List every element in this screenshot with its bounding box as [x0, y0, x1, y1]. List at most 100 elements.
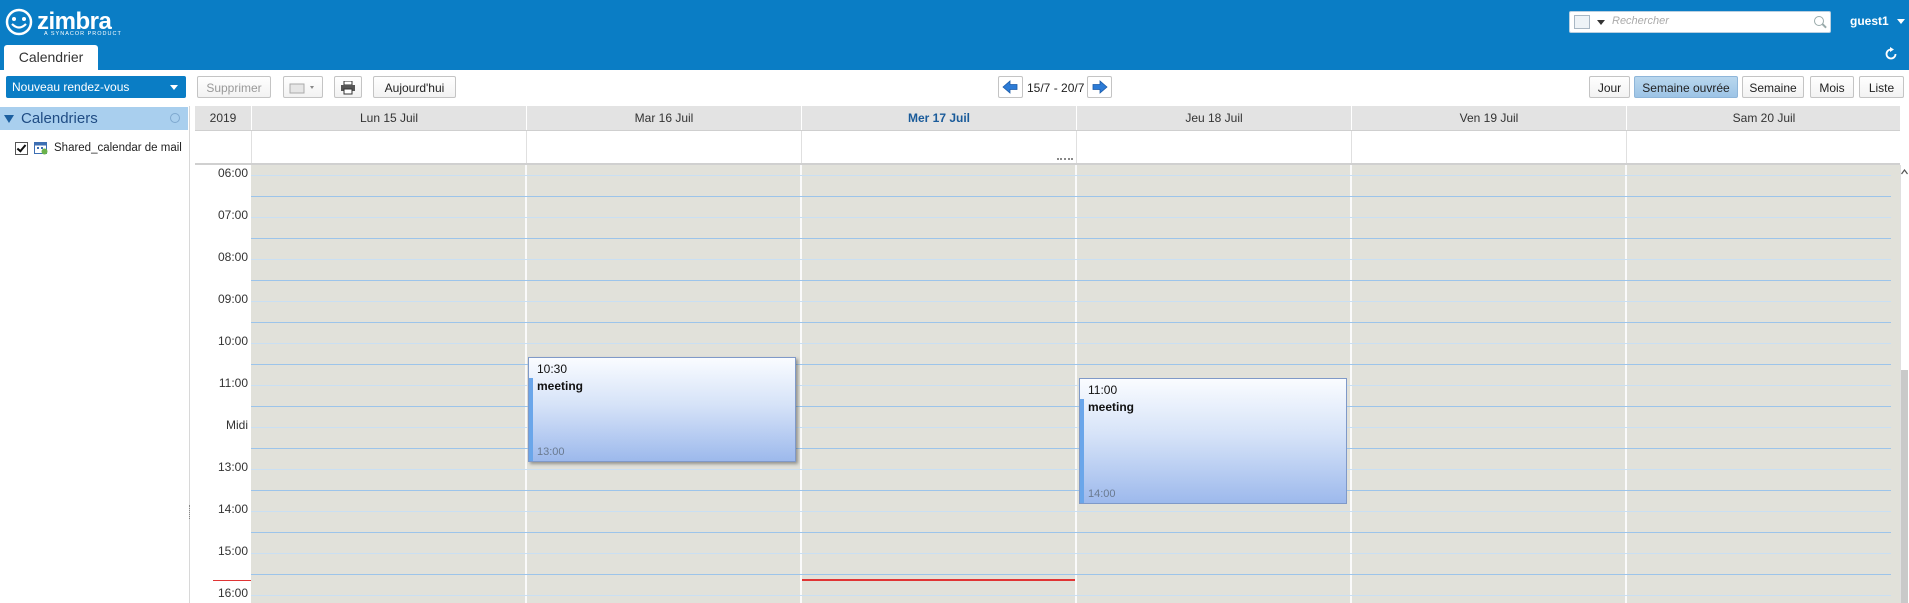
- sidebar-splitter[interactable]: [189, 106, 190, 603]
- all-day-cell[interactable]: [251, 131, 527, 163]
- refresh-icon[interactable]: [1884, 47, 1898, 61]
- user-menu[interactable]: guest1: [1850, 14, 1905, 28]
- search-box[interactable]: Rechercher: [1569, 11, 1831, 33]
- chevron-down-icon: [1896, 18, 1905, 24]
- hour-line: [251, 196, 1891, 197]
- tab-calendar[interactable]: Calendrier: [4, 45, 98, 70]
- view-week-button[interactable]: Semaine: [1742, 76, 1804, 98]
- hour-label: 08:00: [217, 250, 248, 264]
- appointment-title: meeting: [537, 379, 584, 393]
- calendars-header[interactable]: Calendriers: [0, 107, 188, 130]
- appointment[interactable]: 10:30 meeting 13:00: [528, 357, 796, 462]
- chevron-down-icon[interactable]: [170, 85, 178, 90]
- hour-label: 15:00: [217, 544, 248, 558]
- half-hour-line: [251, 259, 1891, 260]
- hour-line: [251, 448, 1891, 449]
- date-range: 15/7 - 20/7: [1027, 81, 1085, 95]
- settings-icon[interactable]: [170, 113, 180, 123]
- appointment-end: 13:00: [537, 446, 565, 458]
- view-day-button[interactable]: Jour: [1589, 76, 1630, 98]
- hour-label: 14:00: [217, 502, 248, 516]
- print-button[interactable]: [334, 76, 362, 98]
- user-name: guest1: [1850, 14, 1889, 28]
- view-workweek-button[interactable]: Semaine ouvrée: [1634, 76, 1738, 98]
- hour-line: [251, 280, 1891, 281]
- calendar-item-label: Shared_calendar de mail: [54, 142, 182, 154]
- sidebar: [0, 106, 190, 603]
- day-columns[interactable]: 10:30 meeting 13:00 11:00 meeting 14:00: [251, 165, 1900, 603]
- shared-calendar-icon: [34, 142, 48, 155]
- hour-line: [251, 238, 1891, 239]
- all-day-cell[interactable]: [801, 131, 1077, 163]
- all-day-row[interactable]: [195, 131, 1900, 165]
- printer-icon: [341, 80, 355, 95]
- appointment-status-bar: [529, 378, 533, 461]
- day-header[interactable]: Mer 17 Juil: [801, 106, 1076, 130]
- hour-line: [251, 322, 1891, 323]
- today-button[interactable]: Aujourd'hui: [373, 76, 456, 98]
- search-type-icon[interactable]: [1574, 15, 1590, 29]
- all-day-cell[interactable]: [1626, 131, 1900, 163]
- next-week-button[interactable]: [1087, 76, 1112, 98]
- hour-label: 11:00: [218, 376, 248, 390]
- half-hour-line: [251, 469, 1891, 470]
- day-header[interactable]: Ven 19 Juil: [1351, 106, 1626, 130]
- half-hour-line: [251, 427, 1891, 428]
- new-appointment-label: Nouveau rendez-vous: [12, 80, 130, 94]
- hour-line: [251, 490, 1891, 491]
- previous-week-button[interactable]: [998, 76, 1023, 98]
- appointment-status-bar: [1080, 399, 1084, 503]
- current-time-line: [802, 579, 1075, 581]
- calendar-checkbox[interactable]: [15, 141, 28, 155]
- appointment-start: 10:30: [537, 362, 568, 376]
- half-hour-line: [251, 595, 1891, 596]
- splitter-grip[interactable]: [189, 505, 192, 519]
- delete-button[interactable]: Supprimer: [197, 76, 271, 98]
- day-divider: [800, 165, 802, 603]
- scroll-up-icon[interactable]: [1901, 168, 1908, 176]
- hour-label: 16:00: [217, 586, 248, 600]
- day-header[interactable]: Jeu 18 Juil: [1076, 106, 1351, 130]
- zimbra-logo[interactable]: zimbra A SYNACOR PRODUCT: [4, 7, 121, 37]
- day-header[interactable]: Sam 20 Juil: [1626, 106, 1900, 130]
- day-header[interactable]: Lun 15 Juil: [251, 106, 526, 130]
- zimbra-logo-icon: [5, 8, 33, 36]
- time-column: 06:00 07:00 08:00 09:00 10:00 11:00 Midi 13:00 1…: [195, 165, 251, 603]
- new-appointment-button[interactable]: Nouveau rendez-vous: [6, 76, 186, 98]
- all-day-cell[interactable]: [1351, 131, 1627, 163]
- day-divider: [1075, 165, 1077, 603]
- day-divider: [1625, 165, 1627, 603]
- half-hour-line: [251, 511, 1891, 512]
- day-divider: [525, 165, 527, 603]
- collapse-icon[interactable]: [4, 115, 14, 123]
- search-input[interactable]: Rechercher: [1612, 15, 1669, 27]
- half-hour-line: [251, 175, 1891, 176]
- hour-label: 09:00: [217, 292, 248, 306]
- hour-line: [251, 574, 1891, 575]
- tag-icon: [289, 83, 314, 94]
- scrollbar-thumb[interactable]: [1901, 370, 1908, 603]
- toolbar: Nouveau rendez-vous Supprimer Aujourd'hu…: [0, 70, 1909, 106]
- all-day-cell[interactable]: [1076, 131, 1352, 163]
- view-list-button[interactable]: Liste: [1859, 76, 1904, 98]
- hour-label: 06:00: [217, 166, 248, 180]
- day-divider: [1350, 165, 1352, 603]
- chevron-down-icon[interactable]: [1597, 20, 1605, 25]
- appointment-start: 11:00: [1088, 383, 1118, 397]
- appointment-title: meeting: [1088, 400, 1135, 414]
- half-hour-line: [251, 301, 1891, 302]
- half-hour-line: [251, 553, 1891, 554]
- day-header[interactable]: Mar 16 Juil: [526, 106, 801, 130]
- view-month-button[interactable]: Mois: [1810, 76, 1854, 98]
- calendar-view: 2019 Lun 15 Juil Mar 16 Juil Mer 17 Juil Je…: [195, 106, 1900, 603]
- search-icon[interactable]: [1814, 16, 1824, 26]
- tag-button[interactable]: [283, 76, 323, 98]
- arrow-right-icon: [1092, 80, 1108, 94]
- all-day-cell[interactable]: [526, 131, 802, 163]
- calendar-item[interactable]: Shared_calendar de mail: [15, 140, 182, 156]
- appointment[interactable]: 11:00 meeting 14:00: [1079, 378, 1347, 504]
- hour-line: [251, 532, 1891, 533]
- hour-label: Midi: [225, 418, 248, 432]
- half-hour-line: [251, 217, 1891, 218]
- calendars-header-label: Calendriers: [21, 110, 98, 127]
